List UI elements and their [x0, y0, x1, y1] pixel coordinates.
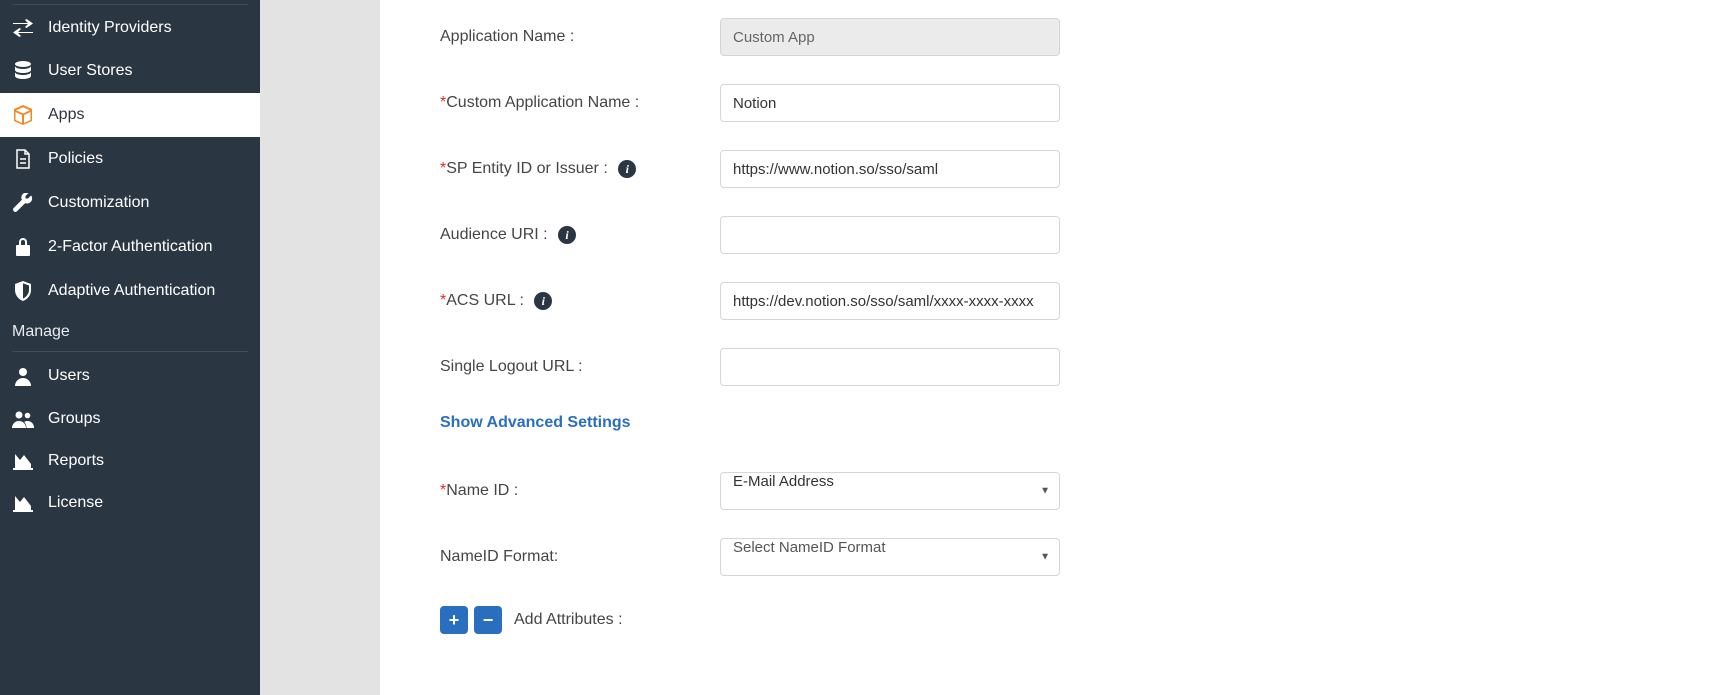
sidebar: Identity Providers User Stores Apps Poli… [0, 0, 260, 695]
minus-icon: − [483, 611, 494, 629]
sidebar-item-reports[interactable]: Reports [0, 440, 260, 482]
sidebar-item-label: Users [48, 367, 90, 385]
info-icon[interactable]: i [558, 226, 576, 244]
sidebar-item-label: Reports [48, 452, 104, 470]
sidebar-item-users[interactable]: Users [0, 354, 260, 398]
sidebar-item-label: Groups [48, 410, 100, 428]
sidebar-item-customization[interactable]: Customization [0, 181, 260, 225]
sidebar-item-label: User Stores [48, 62, 132, 80]
select-name-id[interactable]: E-Mail Address [720, 472, 1060, 510]
label-application-name: Application Name : [440, 28, 720, 46]
sidebar-item-license[interactable]: License [0, 482, 260, 524]
label-slo-url: Single Logout URL : [440, 358, 720, 376]
plus-icon: + [449, 611, 460, 629]
sidebar-item-label: Apps [48, 106, 84, 124]
input-slo-url[interactable] [720, 348, 1060, 386]
sidebar-item-adaptive-auth[interactable]: Adaptive Authentication [0, 269, 260, 313]
row-slo-url: Single Logout URL : [440, 348, 1675, 386]
sidebar-item-label: License [48, 494, 103, 512]
sidebar-item-policies[interactable]: Policies [0, 137, 260, 181]
row-acs-url: *ACS URL : i [440, 282, 1675, 320]
sidebar-divider [12, 351, 248, 352]
lock-icon [12, 237, 34, 257]
sidebar-item-identity-providers[interactable]: Identity Providers [0, 7, 260, 49]
row-audience-uri: Audience URI : i [440, 216, 1675, 254]
sidebar-divider [12, 4, 248, 5]
label-custom-app-name: *Custom Application Name : [440, 94, 720, 112]
input-application-name [720, 18, 1060, 56]
shield-icon [12, 281, 34, 301]
input-custom-app-name[interactable] [720, 84, 1060, 122]
link-show-advanced-settings[interactable]: Show Advanced Settings [440, 414, 631, 432]
row-add-attributes: + − Add Attributes : [440, 606, 1675, 634]
user-icon [12, 366, 34, 386]
group-icon [12, 410, 34, 428]
label-name-id: *Name ID : [440, 482, 720, 500]
row-sp-entity-id: *SP Entity ID or Issuer : i [440, 150, 1675, 188]
label-audience-uri: Audience URI : i [440, 226, 720, 244]
sidebar-item-label: 2-Factor Authentication [48, 238, 213, 256]
sidebar-item-label: Adaptive Authentication [48, 282, 215, 300]
content-gutter [260, 0, 380, 695]
label-nameid-format: NameID Format: [440, 548, 720, 566]
label-sp-entity-id: *SP Entity ID or Issuer : i [440, 160, 720, 178]
sidebar-item-label: Customization [48, 194, 149, 212]
row-application-name: Application Name : [440, 18, 1675, 56]
info-icon[interactable]: i [534, 292, 552, 310]
sidebar-section-manage: Manage [0, 313, 260, 351]
wrench-icon [12, 193, 34, 213]
input-audience-uri[interactable] [720, 216, 1060, 254]
row-nameid-format: NameID Format: Select NameID Format ▼ [440, 538, 1675, 576]
row-name-id: *Name ID : E-Mail Address ▼ [440, 472, 1675, 510]
add-attribute-button[interactable]: + [440, 606, 468, 634]
sidebar-item-groups[interactable]: Groups [0, 398, 260, 440]
document-icon [12, 149, 34, 169]
label-acs-url: *ACS URL : i [440, 292, 720, 310]
row-custom-app-name: *Custom Application Name : [440, 84, 1675, 122]
label-add-attributes: Add Attributes : [514, 611, 623, 629]
exchange-icon [12, 19, 34, 37]
info-icon[interactable]: i [618, 160, 636, 178]
sidebar-item-apps[interactable]: Apps [0, 93, 260, 137]
database-icon [12, 61, 34, 81]
remove-attribute-button[interactable]: − [474, 606, 502, 634]
sidebar-item-2fa[interactable]: 2-Factor Authentication [0, 225, 260, 269]
select-nameid-format[interactable]: Select NameID Format [720, 538, 1060, 576]
chart-icon [12, 452, 34, 470]
chart-icon [12, 494, 34, 512]
sidebar-item-user-stores[interactable]: User Stores [0, 49, 260, 93]
main-content: Application Name : *Custom Application N… [380, 0, 1715, 695]
box-icon [12, 105, 34, 125]
input-sp-entity-id[interactable] [720, 150, 1060, 188]
sidebar-item-label: Identity Providers [48, 19, 172, 37]
input-acs-url[interactable] [720, 282, 1060, 320]
sidebar-item-label: Policies [48, 150, 103, 168]
